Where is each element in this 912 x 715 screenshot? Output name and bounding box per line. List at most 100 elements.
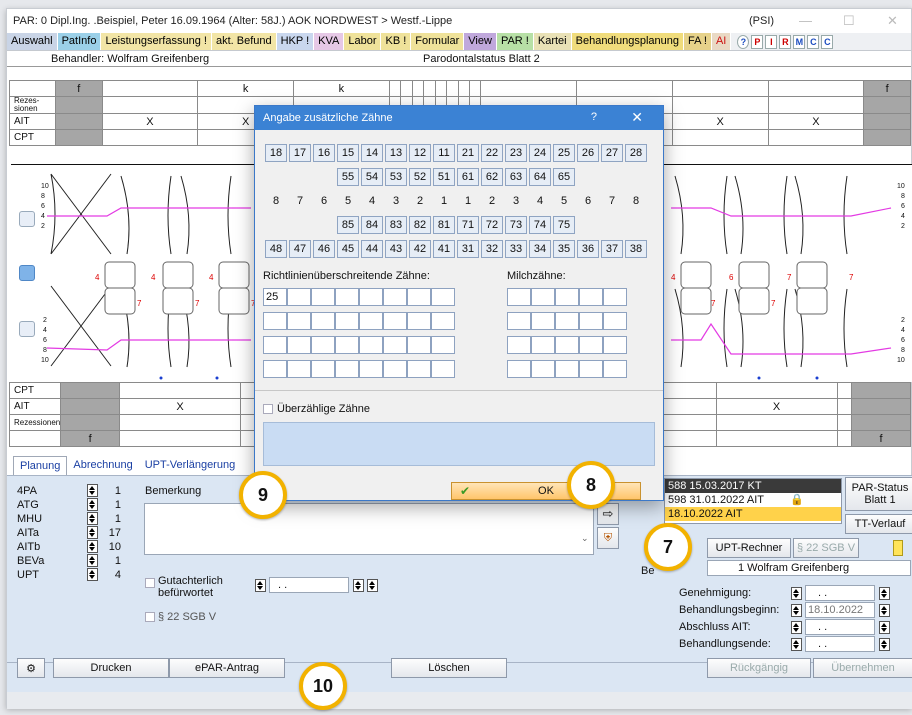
tooth-button[interactable]: 1 [457,192,479,210]
tooth-button[interactable]: 64 [529,168,551,186]
tooth-button[interactable]: 34 [529,240,551,258]
tooth-button[interactable]: 46 [313,240,335,258]
ueberzaehlig-field[interactable] [263,422,655,466]
tooth-entry-cell[interactable] [383,288,407,306]
spin-atg[interactable] [87,498,98,511]
tooth-entry-cell[interactable] [335,288,359,306]
tooth-button[interactable]: 45 [337,240,359,258]
tooth-entry-cell[interactable] [507,360,531,378]
date-field[interactable]: . . [805,619,875,635]
toolbar-r[interactable]: R [779,34,792,49]
tooth-entry-cell[interactable] [287,360,311,378]
planung-value[interactable]: 1 [101,513,121,525]
tooth-button[interactable]: 47 [289,240,311,258]
menu-behandlungsplanung[interactable]: Behandlungsplanung [571,33,684,50]
tooth-entry-cell[interactable] [311,288,335,306]
probe-tool-icon[interactable] [19,211,35,227]
menu-ai[interactable]: AI [711,33,732,50]
menu-kva[interactable]: KVA [314,33,345,50]
tooth-entry-cell[interactable] [555,360,579,378]
history-item[interactable]: 588 15.03.2017 KT [665,479,841,493]
date-field[interactable]: 18.10.2022 [805,602,875,618]
tooth-entry-cell[interactable] [531,336,555,354]
spin-mhu[interactable] [87,512,98,525]
tooth-button[interactable]: 75 [553,216,575,234]
tooth-entry-cell[interactable] [335,360,359,378]
tooth-entry-cell[interactable] [407,336,431,354]
tooth-button[interactable]: 4 [529,192,551,210]
menu-labor[interactable]: Labor [344,33,382,50]
menu-formular[interactable]: Formular [411,33,465,50]
gear-icon[interactable]: ⚙ [17,658,45,678]
tooth-entry-cell[interactable] [359,312,383,330]
uebernehmen-button[interactable]: Übernehmen [813,658,912,678]
tooth-button[interactable]: 71 [457,216,479,234]
tooth-button[interactable]: 13 [385,144,407,162]
tooth-entry-cell[interactable] [603,360,627,378]
dialog-close-icon[interactable]: ✕ [631,109,643,126]
date-spin-right[interactable] [879,637,890,651]
tooth-button[interactable]: 65 [553,168,575,186]
history-list[interactable]: 588 15.03.2017 KT 598 31.01.2022 AIT 🔒 18… [664,478,842,524]
tooth-entry-cell[interactable] [287,288,311,306]
spin-aita[interactable] [87,526,98,539]
date-field[interactable]: . . [805,636,875,652]
tooth-button[interactable]: 22 [481,144,503,162]
water-tool-icon[interactable] [19,265,35,281]
tooth-button[interactable]: 51 [433,168,455,186]
tooth-entry-cell[interactable] [579,288,603,306]
rueckgaengig-button[interactable]: Rückgängig [707,658,811,678]
tooth-entry-cell[interactable] [555,336,579,354]
gutachter-spin[interactable] [255,578,266,592]
tab-abrechnung[interactable]: Abrechnung [67,456,138,476]
date-spin-right[interactable] [879,586,890,600]
tooth-button[interactable]: 6 [313,192,335,210]
tooth-entry-cell[interactable] [555,288,579,306]
tooth-button[interactable]: 28 [625,144,647,162]
tooth-button[interactable]: 21 [457,144,479,162]
tooth-button[interactable]: 23 [505,144,527,162]
tt-verlauf-button[interactable]: TT-Verlauf [845,514,912,534]
bemerkung-field[interactable] [144,503,594,555]
tooth-button[interactable]: 1 [433,192,455,210]
tooth-entry-cell[interactable] [335,336,359,354]
par-status-button[interactable]: PAR-Status Blatt 1 [845,477,912,511]
tooth-button[interactable]: 61 [457,168,479,186]
tooth-button[interactable]: 3 [505,192,527,210]
tooth-entry-cell[interactable] [531,288,555,306]
tab-planung[interactable]: Planung [13,456,68,476]
loeschen-button[interactable]: Löschen [391,658,507,678]
tooth-entry-cell[interactable] [431,336,455,354]
tooth-button[interactable]: 73 [505,216,527,234]
tooth-button[interactable]: 32 [481,240,503,258]
behandler-select[interactable]: 1 Wolfram Greifenberg [707,560,911,576]
planung-value[interactable]: 4 [101,569,121,581]
tooth-entry-cell[interactable] [263,312,287,330]
tooth-entry-cell[interactable] [603,312,627,330]
tooth-button[interactable]: 5 [553,192,575,210]
tooth-entry-cell[interactable] [359,336,383,354]
tooth-button[interactable]: 35 [553,240,575,258]
toolbar-c[interactable]: C [807,34,820,49]
tooth-button[interactable]: 43 [385,240,407,258]
tooth-button[interactable]: 36 [577,240,599,258]
note-icon[interactable] [893,540,903,556]
maximize-icon[interactable]: ☐ [843,13,855,29]
tooth-entry-cell[interactable] [383,312,407,330]
tooth-button[interactable]: 41 [433,240,455,258]
tooth-button[interactable]: 2 [409,192,431,210]
date-spin[interactable] [791,620,802,634]
tooth-entry-cell[interactable] [507,312,531,330]
tooth-button[interactable]: ⛨ [597,527,619,549]
tooth-button[interactable]: 53 [385,168,407,186]
tooth-entry-cell[interactable] [263,336,287,354]
planung-value[interactable]: 17 [101,527,121,539]
sgb-checkbox[interactable] [145,612,155,622]
tooth-button[interactable]: 74 [529,216,551,234]
toolbar-m[interactable]: M [793,34,806,49]
tooth-button[interactable]: 44 [361,240,383,258]
tooth-button[interactable]: 4 [361,192,383,210]
menu-fa[interactable]: FA ! [684,33,712,50]
tooth-entry-cell[interactable] [507,336,531,354]
tooth-entry-cell[interactable] [311,360,335,378]
